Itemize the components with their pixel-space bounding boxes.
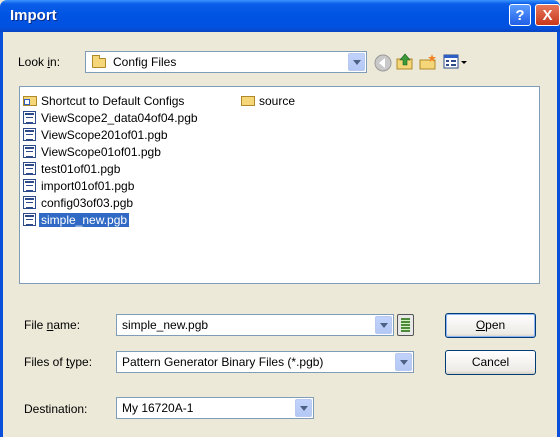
- destination-value: My 16720A-1: [122, 401, 194, 415]
- file-name-combo[interactable]: simple_new.pgb: [116, 314, 394, 336]
- file-icon: [23, 162, 36, 175]
- open-button[interactable]: Open: [445, 313, 536, 338]
- look-in-combo[interactable]: Config Files: [85, 51, 367, 73]
- folder-icon: [92, 55, 106, 68]
- chevron-down-icon[interactable]: [348, 53, 365, 71]
- file-list[interactable]: Shortcut to Default Configs source ViewS…: [19, 86, 540, 284]
- file-icon: [23, 179, 36, 192]
- help-button[interactable]: ?: [509, 4, 531, 26]
- file-icon: [23, 213, 36, 226]
- up-folder-icon[interactable]: [395, 52, 415, 72]
- destination-label: Destination:: [24, 402, 88, 416]
- file-icon: [23, 145, 36, 158]
- look-in-value: Config Files: [113, 55, 177, 69]
- chevron-down-icon[interactable]: [395, 353, 412, 371]
- file-type-label: Files of type:: [24, 355, 93, 369]
- file-name-label: File name:: [24, 318, 81, 332]
- window-border-left: [0, 32, 3, 437]
- chevron-down-icon[interactable]: [375, 316, 392, 334]
- back-icon[interactable]: [373, 53, 393, 73]
- view-menu-icon[interactable]: [442, 52, 468, 72]
- chevron-down-icon[interactable]: [295, 399, 312, 417]
- new-folder-icon[interactable]: [418, 52, 438, 72]
- file-type-value: Pattern Generator Binary Files (*.pgb): [122, 355, 324, 369]
- file-icon: [23, 196, 36, 209]
- cancel-button[interactable]: Cancel: [445, 350, 536, 375]
- calculator-icon[interactable]: [397, 314, 414, 336]
- close-button[interactable]: X: [535, 4, 560, 26]
- dialog-title: Import: [10, 7, 57, 24]
- file-type-combo[interactable]: Pattern Generator Binary Files (*.pgb): [116, 351, 414, 373]
- destination-combo[interactable]: My 16720A-1: [116, 397, 314, 419]
- look-in-label: Look in:: [18, 55, 61, 69]
- file-icon: [23, 111, 36, 124]
- folder-icon: [241, 96, 255, 106]
- folder-shortcut-icon: [23, 96, 37, 106]
- import-dialog: Import ? X Look in: Config Files Shortcu…: [0, 0, 560, 437]
- file-icon: [23, 128, 36, 141]
- file-name-value: simple_new.pgb: [122, 318, 209, 332]
- title-bar[interactable]: Import ? X: [0, 0, 560, 32]
